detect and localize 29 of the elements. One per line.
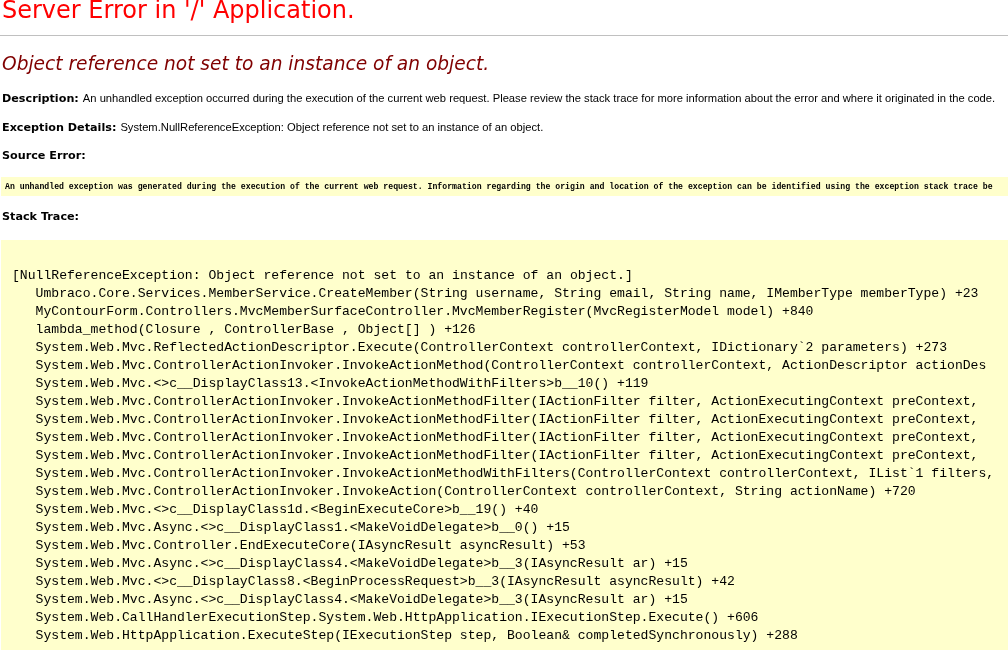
- stack-frame: lambda_method(Closure , ControllerBase , Object[] ) +126: [35, 321, 476, 339]
- stack-frame: MyContourForm.Controllers.MvcMemberSurfaceController.MvcMemberRegister(MvcRegisterModel model) +840: [35, 303, 814, 321]
- stack-frame: System.Web.Mvc.ControllerActionInvoker.InvokeAction(ControllerContext controllerContext, String actionName) +720: [35, 483, 916, 501]
- stack-frame: System.Web.CallHandlerExecutionStep.System.Web.HttpApplication.IExecutionStep.Execute() +606: [35, 609, 759, 627]
- stack-frame: System.Web.Mvc.ControllerActionInvoker.InvokeActionMethodFilter(IActionFilter filter, ActionExecutingContext preContext,: [35, 411, 979, 429]
- stack-frame: System.Web.Mvc.ControllerActionInvoker.InvokeActionMethodFilter(IActionFilter filter, ActionExecutingContext preContext,: [35, 429, 979, 447]
- stack-frame: System.Web.HttpApplication.ExecuteStep(IExecutionStep step, Boolean& completedSynchronously) +288: [35, 627, 798, 645]
- stack-frame: System.Web.Mvc.ControllerActionInvoker.InvokeActionMethod(ControllerContext controllerContext, ActionDescriptor actionDes: [35, 357, 987, 375]
- source-error-text: An unhandled exception was generated during the execution of the current web request. Information regarding the origin and location of the exception can be identified using the exception stack trace be: [5, 181, 993, 192]
- stack-frame: System.Web.Mvc.Async.<>c__DisplayClass1.<MakeVoidDelegate>b__0() +15: [35, 519, 570, 537]
- stack-frame: System.Web.Mvc.ControllerActionInvoker.InvokeActionMethodWithFilters(ControllerContext controllerContext, IList`1 filters,: [35, 465, 995, 483]
- stack-frame: System.Web.Mvc.ControllerActionInvoker.InvokeActionMethodFilter(IActionFilter filter, ActionExecutingContext preContext,: [35, 393, 979, 411]
- stack-frame: System.Web.Mvc.ControllerActionInvoker.InvokeActionMethodFilter(IActionFilter filter, ActionExecutingContext preContext,: [35, 447, 979, 465]
- stack-frame: System.Web.Mvc.Controller.EndExecuteCore(IAsyncResult asyncResult) +53: [35, 537, 586, 555]
- source-error-label: Source Error:: [2, 149, 86, 163]
- stack-frame: Umbraco.Core.Services.MemberService.CreateMember(String username, String email, String name, IMemberType memberType) +23: [35, 285, 979, 303]
- stack-frame: System.Web.Mvc.<>c__DisplayClass8.<BeginProcessRequest>b__3(IAsyncResult asyncResult) +42: [35, 573, 735, 591]
- exception-details-text: System.NullReferenceException: Object reference not set to an instance of an object.: [120, 120, 544, 134]
- exception-line: [NullReferenceException: Object reference not set to an instance of an object.]: [12, 267, 633, 285]
- stack-frame: System.Web.Mvc.<>c__DisplayClass1d.<BeginExecuteCore>b__19() +40: [35, 501, 539, 519]
- stack-frame: System.Web.Mvc.<>c__DisplayClass13.<InvokeActionMethodWithFilters>b__10() +119: [35, 375, 649, 393]
- stack-frame: System.Web.Mvc.Async.<>c__DisplayClass4.<MakeVoidDelegate>b__3(IAsyncResult ar) +15: [35, 555, 688, 573]
- description-text: An unhandled exception occurred during the execution of the current web request. Please review the stack trace for more information about the error and where it originated in the code.: [82, 91, 996, 105]
- exception-details-label: Exception Details:: [2, 121, 117, 135]
- stack-frame: System.Web.Mvc.ReflectedActionDescriptor.Execute(ControllerContext controllerContext, IDictionary`2 parameters) +273: [35, 339, 948, 357]
- description-label: Description:: [2, 92, 79, 106]
- error-message: Object reference not set to an instance of an object.: [2, 53, 490, 75]
- stack-trace-label: Stack Trace:: [2, 210, 80, 224]
- stack-frame: System.Web.Mvc.Async.<>c__DisplayClass4.<MakeVoidDelegate>b__3(IAsyncResult ar) +15: [35, 591, 688, 609]
